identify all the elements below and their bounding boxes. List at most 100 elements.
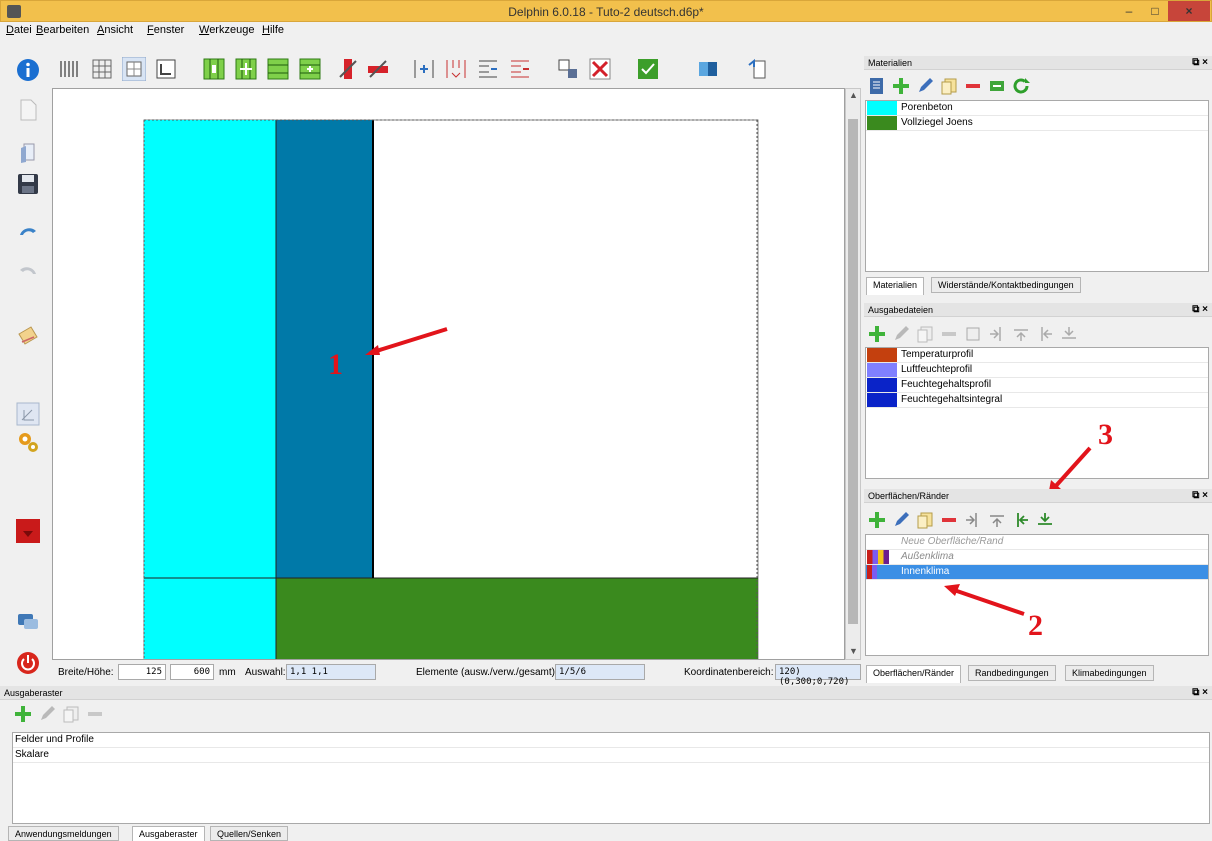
scroll-up-arrow[interactable]: ▲ [849,90,858,100]
assign-top-icon[interactable] [988,511,1006,529]
assign-top-icon[interactable] [1012,325,1030,343]
list-item[interactable]: Vollziegel Joens [866,116,1208,131]
save-icon[interactable] [16,172,40,196]
geometry-mode-icon[interactable] [16,402,40,426]
outputs-list[interactable]: Temperaturprofil Luftfeuchteprofil Feuch… [865,347,1209,479]
menu-fenster[interactable]: Fenster [147,24,184,36]
construction-drawing[interactable] [53,89,845,660]
list-item[interactable]: Feuchtegehaltsprofil [866,378,1208,393]
assign-left-icon[interactable] [988,325,1006,343]
output-grid-list[interactable]: Felder und Profile Skalare [12,732,1210,824]
menu-werkzeuge[interactable]: Werkzeuge [199,24,254,36]
copy-output-icon[interactable] [916,325,934,343]
elements-field[interactable]: 1/5/6 [555,664,645,680]
replace-material-icon[interactable] [988,77,1006,95]
edit-output-icon[interactable] [892,325,910,343]
remove-material-icon[interactable] [964,77,982,95]
tab-climate-conditions[interactable]: Klimabedingungen [1065,665,1154,681]
maximize-button[interactable]: □ [1142,1,1168,21]
list-item[interactable]: Neue Oberfläche/Rand [866,535,1208,550]
copy-surface-icon[interactable] [916,511,934,529]
assign-bottom-icon[interactable] [1036,511,1054,529]
construction-canvas[interactable]: 1 [52,88,845,660]
tab-materials[interactable]: Materialien [866,277,925,295]
settings-gears-icon[interactable] [16,430,40,454]
menu-hilfe[interactable]: Hilfe [262,24,284,36]
list-item[interactable]: Außenklima [866,550,1208,565]
insert-row-icon[interactable] [298,57,322,81]
edit-surface-icon[interactable] [892,511,910,529]
remove-surface-icon[interactable] [940,511,958,529]
close-button[interactable]: × [1168,1,1210,21]
info-icon[interactable] [16,58,40,82]
undo-icon[interactable] [16,221,40,245]
height-field[interactable]: 600 [170,664,214,680]
dock-float-close-icon[interactable]: ⧉ × [1192,687,1208,698]
list-item[interactable]: Porenbeton [866,101,1208,116]
power-icon[interactable] [16,651,40,675]
tab-application-messages[interactable]: Anwendungsmeldungen [8,826,119,841]
edit-grid-icon[interactable] [38,705,56,723]
dock-float-close-icon[interactable]: ⧉ × [1192,490,1208,501]
porenbeton-cell[interactable] [144,120,276,578]
list-item[interactable]: Felder und Profile [13,733,1209,748]
add-output-icon[interactable] [868,325,886,343]
tab-output-grid[interactable]: Ausgaberaster [132,826,205,841]
assign-right-icon[interactable] [1036,325,1054,343]
delete-row-icon[interactable] [366,57,390,81]
remove-output-icon[interactable] [940,325,958,343]
add-surface-icon[interactable] [868,511,886,529]
tab-sources-sinks[interactable]: Quellen/Senken [210,826,289,841]
check-construction-icon[interactable] [636,57,660,81]
assign-left-icon[interactable] [964,511,982,529]
assign-right-icon[interactable] [1012,511,1030,529]
assign-material-icon[interactable] [556,57,580,81]
selection-field[interactable]: 1,1 1,1 [286,664,376,680]
add-row-icon[interactable] [266,57,290,81]
tab-surfaces[interactable]: Oberflächen/Ränder [866,665,962,683]
new-file-icon[interactable] [16,98,40,122]
dock-float-close-icon[interactable]: ⧉ × [1192,304,1208,315]
dock-float-close-icon[interactable]: ⧉ × [1192,57,1208,68]
notes-icon[interactable] [16,324,40,348]
view-blocks-icon[interactable] [696,57,720,81]
remove-grid-icon[interactable] [86,705,104,723]
refresh-icon[interactable] [1012,77,1030,95]
split-column-icon[interactable] [412,57,436,81]
add-material-icon[interactable] [892,77,910,95]
split-row-icon[interactable] [476,57,500,81]
minimize-button[interactable]: – [1116,1,1142,21]
scroll-down-arrow[interactable]: ▼ [849,646,858,656]
list-item-selected[interactable]: Innenklima [866,565,1208,580]
remove-material-icon[interactable] [588,57,612,81]
width-field[interactable]: 125 [118,664,166,680]
grid-view-icon[interactable] [122,57,146,81]
merge-column-icon[interactable] [444,57,468,81]
porenbeton-bottom-cell[interactable] [144,578,276,660]
list-item[interactable]: Feuchtegehaltsintegral [866,393,1208,408]
menu-bearbeiten[interactable]: Bearbeiten [36,24,89,36]
copy-grid-icon[interactable] [62,705,80,723]
delete-column-icon[interactable] [336,57,360,81]
canvas-vertical-scrollbar[interactable]: ▲ ▼ [845,88,861,660]
merge-row-icon[interactable] [508,57,532,81]
add-column-icon[interactable] [202,57,226,81]
copy-material-icon[interactable] [940,77,958,95]
edit-material-icon[interactable] [916,77,934,95]
list-item[interactable]: Temperaturprofil [866,348,1208,363]
chat-icon[interactable] [16,610,40,634]
redo-icon[interactable] [16,260,40,284]
output-grid-icon[interactable] [964,325,982,343]
scrollbar-thumb[interactable] [848,119,858,624]
corner-view-icon[interactable] [154,57,178,81]
assign-bottom-icon[interactable] [1060,325,1078,343]
run-simulation-icon[interactable] [16,519,40,543]
coords-field[interactable]: 120) (0,300;0,720) [775,664,861,687]
export-icon[interactable] [746,57,770,81]
ziegel-cell[interactable] [276,578,373,660]
add-grid-icon[interactable] [14,705,32,723]
grid-lines-icon[interactable] [58,57,82,81]
ziegel-floor-cell[interactable] [373,578,758,660]
grid-cells-icon[interactable] [90,57,114,81]
tab-resistances[interactable]: Widerstände/Kontaktbedingungen [931,277,1081,293]
